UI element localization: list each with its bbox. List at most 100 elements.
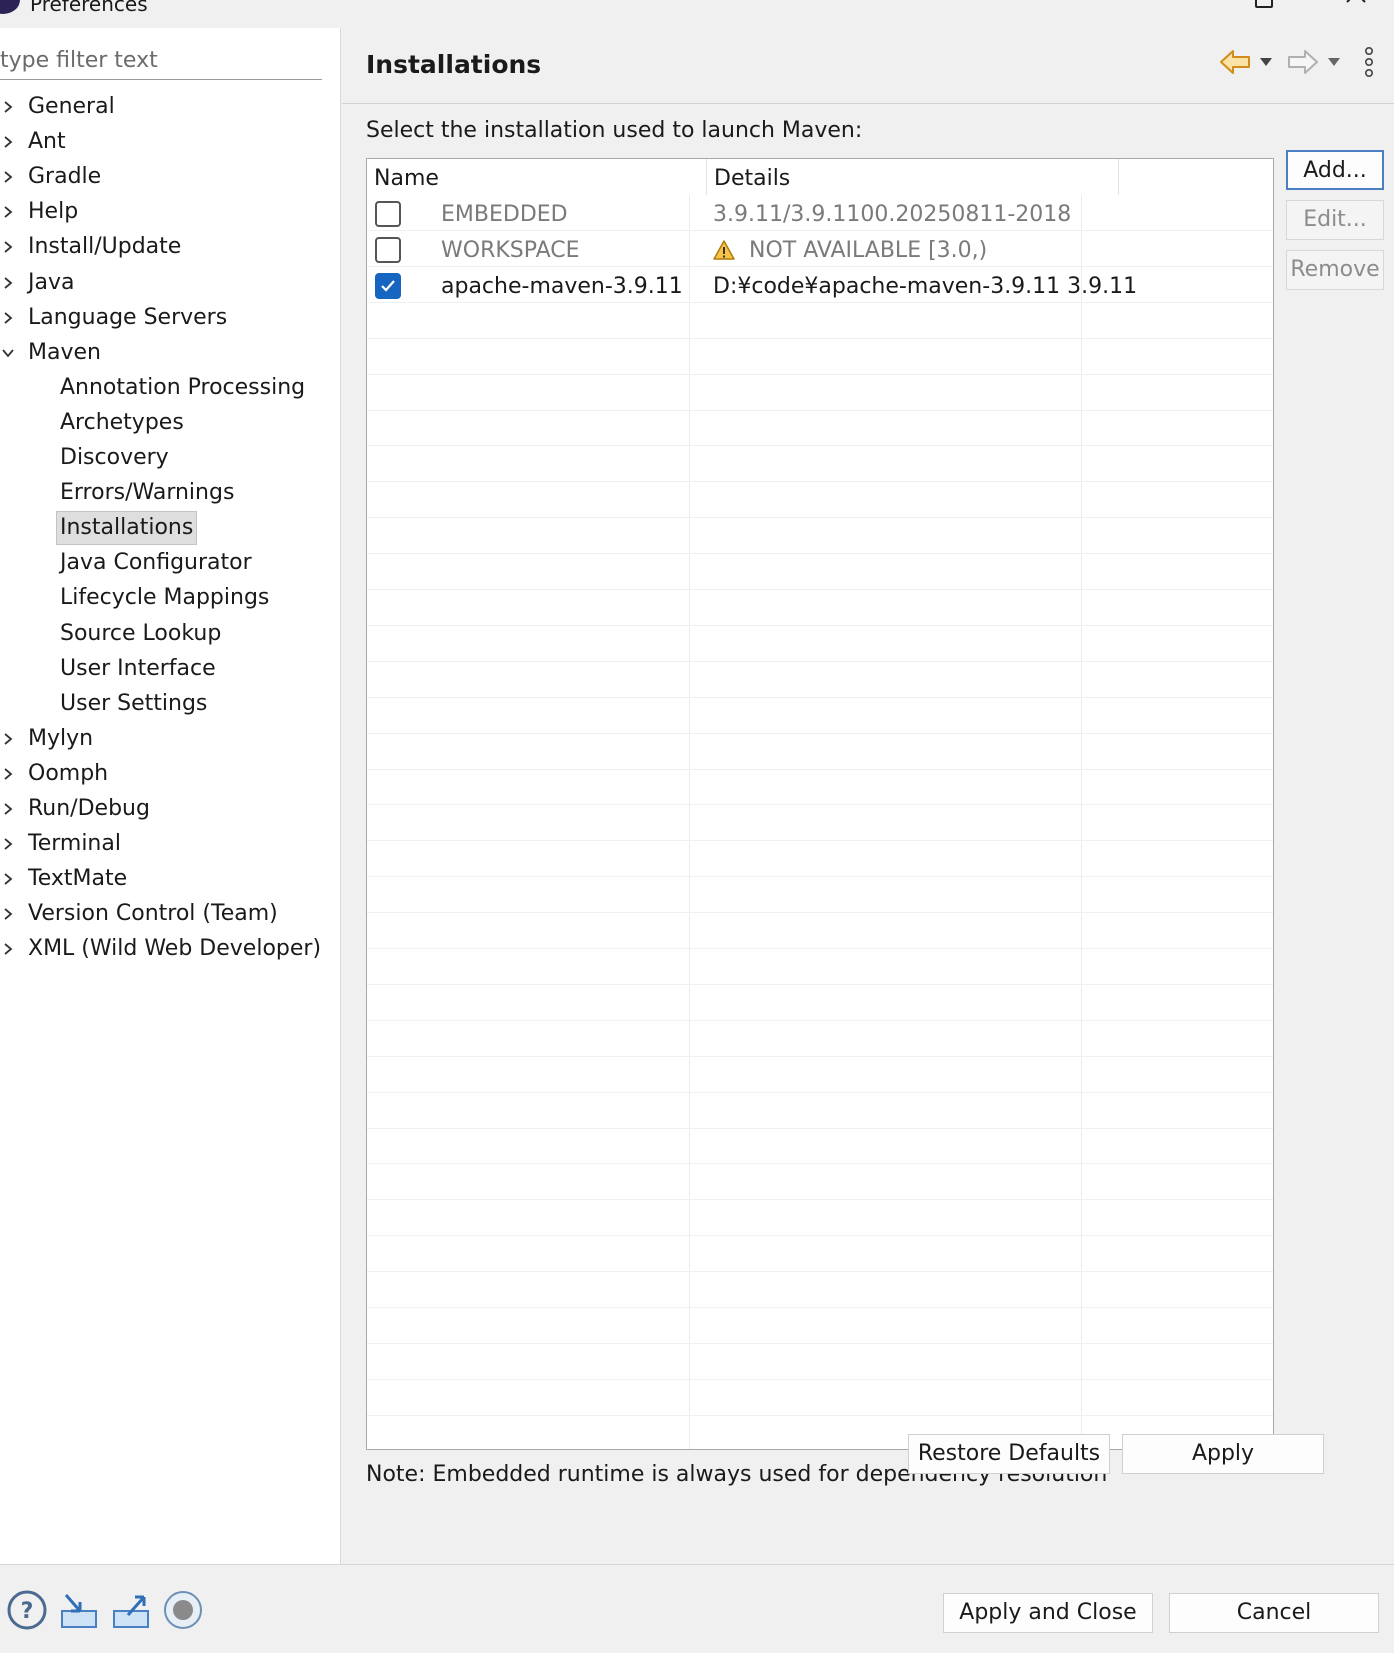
chevron-right-icon[interactable] <box>2 768 14 780</box>
maximize-button[interactable] <box>1255 0 1273 8</box>
eclipse-logo-icon <box>0 0 20 14</box>
tree-item-label: Mylyn <box>28 725 94 751</box>
tree-item[interactable]: Ant <box>0 125 341 159</box>
row-name: apache-maven-3.9.11 <box>441 273 683 299</box>
tree-item[interactable]: Run/Debug <box>0 792 341 826</box>
row-details: 3.9.11/3.9.1100.20250811-2018 <box>713 202 1072 227</box>
import-icon[interactable] <box>58 1589 100 1631</box>
tree-item-label: Archetypes <box>60 409 184 435</box>
tree-item[interactable]: Source Lookup <box>0 617 341 651</box>
tree-item[interactable]: Lifecycle Mappings <box>0 581 341 615</box>
record-icon[interactable] <box>162 1589 204 1631</box>
tree-item[interactable]: Errors/Warnings <box>0 476 341 510</box>
chevron-right-icon[interactable] <box>2 311 14 324</box>
dialog-footer: ? Apply and Close Cancel <box>0 1564 1394 1653</box>
tree-item[interactable]: General <box>0 90 341 124</box>
tree-item[interactable]: Annotation Processing <box>0 371 341 405</box>
chevron-right-icon[interactable] <box>2 171 14 183</box>
tree-item[interactable]: Java Configurator <box>0 546 341 580</box>
empty-table-row <box>367 841 1273 878</box>
column-header-name[interactable]: Name <box>367 159 707 195</box>
tree-item[interactable]: Version Control (Team) <box>0 897 341 931</box>
tree-item-label: Run/Debug <box>28 796 150 821</box>
tree-item[interactable]: User Interface <box>0 652 341 686</box>
row-checkbox[interactable] <box>375 201 401 227</box>
table-row[interactable]: EMBEDDED 3.9.11/3.9.1100.20250811-2018 <box>367 195 1273 231</box>
tree-item[interactable]: Java <box>0 266 341 300</box>
tree-item[interactable]: Oomph <box>0 757 341 791</box>
tree-item[interactable]: Install/Update <box>0 230 341 264</box>
restore-defaults-button[interactable]: Restore Defaults <box>908 1434 1110 1474</box>
tree-item[interactable]: Terminal <box>0 827 341 861</box>
chevron-right-icon[interactable] <box>2 206 14 218</box>
tree-item[interactable]: User Settings <box>0 687 341 721</box>
back-history-dropdown-icon[interactable] <box>1259 56 1273 68</box>
tree-item[interactable]: Language Servers <box>0 301 341 335</box>
help-icon[interactable]: ? <box>6 1589 48 1631</box>
chevron-right-icon[interactable] <box>2 908 14 920</box>
table-row[interactable]: apache-maven-3.9.11 D:¥code¥apache-maven-… <box>367 267 1273 303</box>
row-details: D:¥code¥apache-maven-3.9.11 3.9.11 <box>713 273 1138 299</box>
tree-item-label: Gradle <box>28 164 102 190</box>
svg-text:?: ? <box>21 1599 34 1624</box>
filter-input[interactable] <box>0 42 322 80</box>
empty-table-row <box>367 1200 1273 1237</box>
add-button[interactable]: Add... <box>1286 150 1384 190</box>
chevron-right-icon[interactable] <box>2 136 14 148</box>
empty-table-row <box>367 1380 1273 1416</box>
tree-item-label: Install/Update <box>28 234 182 260</box>
column-header-details[interactable]: Details <box>707 159 1119 195</box>
tree-item[interactable]: Maven <box>0 336 341 370</box>
chevron-right-icon[interactable] <box>2 101 14 113</box>
tree-item[interactable]: Archetypes <box>0 406 341 440</box>
empty-table-row <box>367 626 1273 662</box>
close-window-button[interactable] <box>1345 0 1367 12</box>
chevron-right-icon[interactable] <box>2 241 14 254</box>
tree-item[interactable]: XML (Wild Web Developer) <box>0 932 341 966</box>
forward-history-dropdown-icon[interactable] <box>1327 56 1341 68</box>
empty-table-row <box>367 1021 1273 1057</box>
table-row[interactable]: WORKSPACE NOT AVAILABLE [3.0,) <box>367 231 1273 267</box>
row-checkbox[interactable] <box>375 236 401 263</box>
row-name: EMBEDDED <box>441 202 568 227</box>
empty-table-row <box>367 877 1273 914</box>
title-bar: Preferences <box>0 0 1394 28</box>
tree-item-label: Errors/Warnings <box>60 480 235 506</box>
tree-item[interactable]: Help <box>0 195 341 229</box>
empty-table-row <box>367 1308 1273 1344</box>
empty-table-row <box>367 339 1273 375</box>
forward-arrow-icon[interactable] <box>1286 48 1320 76</box>
chevron-right-icon[interactable] <box>2 873 14 885</box>
more-options-icon[interactable] <box>1362 45 1376 79</box>
empty-table-row <box>367 482 1273 519</box>
tree-item-label: TextMate <box>28 866 128 892</box>
row-checkbox[interactable] <box>375 272 401 299</box>
empty-table-row <box>367 1128 1273 1165</box>
apply-and-close-button[interactable]: Apply and Close <box>943 1593 1153 1633</box>
cancel-button[interactable]: Cancel <box>1169 1593 1379 1633</box>
checkmark-icon <box>381 280 395 292</box>
chevron-down-icon[interactable] <box>2 347 14 359</box>
chevron-right-icon[interactable] <box>2 803 14 815</box>
tree-item[interactable]: Discovery <box>0 441 341 475</box>
apply-button[interactable]: Apply <box>1122 1434 1324 1474</box>
tree-item[interactable]: Mylyn <box>0 722 341 756</box>
chevron-right-icon[interactable] <box>2 733 14 745</box>
tree-item[interactable]: TextMate <box>0 862 341 896</box>
empty-table-row <box>367 985 1273 1021</box>
empty-table-row <box>367 518 1273 555</box>
installations-table[interactable]: Name Details EMBEDDED 3.9.11/3.9.1100.202… <box>366 158 1274 1450</box>
tree-item[interactable]: Gradle <box>0 160 341 194</box>
chevron-right-icon[interactable] <box>2 943 14 956</box>
tree-item-label: User Interface <box>60 655 216 681</box>
export-icon[interactable] <box>110 1589 152 1631</box>
tree-item[interactable]: Installations <box>0 511 341 546</box>
remove-button[interactable]: Remove <box>1286 250 1384 290</box>
empty-table-row <box>367 1164 1273 1201</box>
back-arrow-icon[interactable] <box>1218 48 1252 76</box>
tree-item-label: Installations <box>56 511 198 546</box>
chevron-right-icon[interactable] <box>2 838 14 850</box>
empty-table-row <box>367 734 1273 770</box>
edit-button[interactable]: Edit... <box>1286 200 1384 240</box>
chevron-right-icon[interactable] <box>2 276 14 289</box>
